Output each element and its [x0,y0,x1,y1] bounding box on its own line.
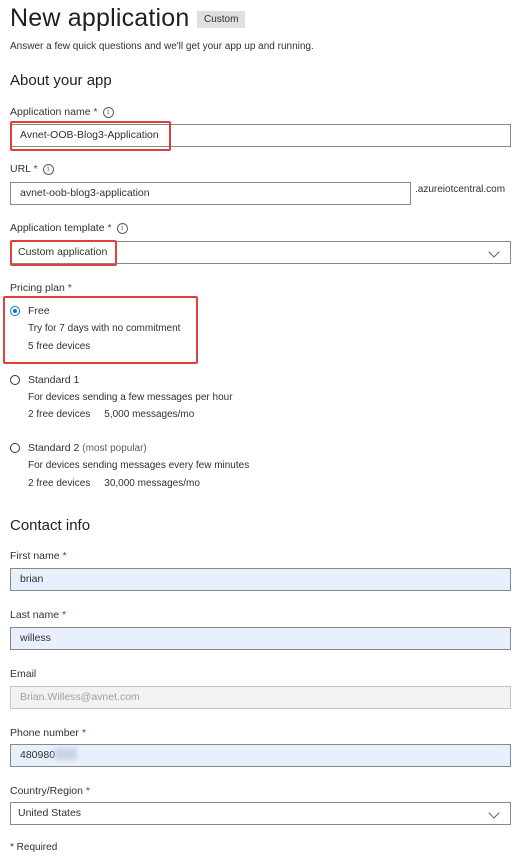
chevron-down-icon [488,246,500,258]
plan-standard1-details: 2 free devices 5,000 messages/mo [28,409,195,420]
page-title: New application [10,4,190,32]
last-name-input[interactable]: willess [10,627,511,650]
first-name-input[interactable]: brian [10,568,511,591]
custom-badge: Custom [197,11,246,28]
country-label: Country/Region * [10,785,90,797]
app-name-highlight [10,121,171,151]
plan-standard1-radio[interactable] [10,375,20,385]
info-icon[interactable]: i [102,107,114,118]
about-heading: About your app [10,72,112,89]
redacted-blur [55,748,78,760]
plan-standard2-details: 2 free devices 30,000 messages/mo [28,478,200,489]
app-name-label: Application name * i [10,106,114,118]
plan-standard2-radio[interactable] [10,443,20,453]
template-highlight [10,240,117,266]
info-icon[interactable]: i [116,223,128,234]
phone-input[interactable]: 480980 [10,744,511,767]
pricing-label: Pricing plan * [10,282,72,294]
template-label: Application template * i [10,222,128,234]
email-field: Brian.Willess@avnet.com [10,686,511,709]
url-label: URL * i [10,163,54,175]
plan-standard2-desc: For devices sending messages every few m… [28,460,250,471]
plan-standard1-title: Standard 1 [28,374,80,386]
page-subtitle: Answer a few quick questions and we'll g… [10,41,314,52]
url-suffix: .azureiotcentral.com [415,184,506,195]
plan-standard2-title: Standard 2 (most popular) [28,442,147,454]
phone-label: Phone number * [10,727,86,739]
last-name-label: Last name * [10,609,67,621]
first-name-label: First name * [10,550,67,562]
email-label: Email [10,668,37,680]
url-input[interactable]: avnet-oob-blog3-application [10,182,411,205]
required-note: * Required [10,842,58,853]
chevron-down-icon [488,807,500,819]
plan-standard1-desc: For devices sending a few messages per h… [28,392,233,403]
contact-heading: Contact info [10,517,91,534]
info-icon[interactable]: i [42,164,54,175]
country-dropdown[interactable]: United States [10,802,511,825]
plan-free-highlight [3,296,198,364]
